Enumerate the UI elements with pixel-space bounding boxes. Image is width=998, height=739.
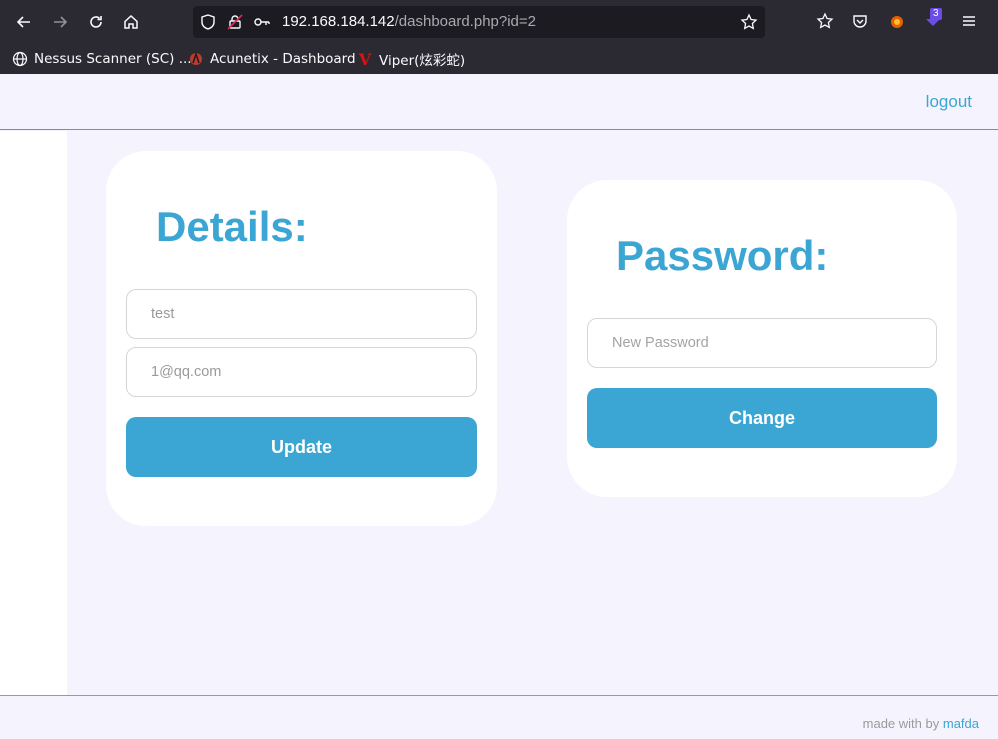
author-link[interactable]: mafda (943, 716, 979, 731)
bookmark-nessus[interactable]: Nessus Scanner (SC) ... (12, 50, 192, 68)
page-header: logout (0, 74, 998, 130)
url-bar[interactable]: 192.168.184.142/dashboard.php?id=2 (193, 6, 765, 38)
globe-icon (12, 51, 28, 67)
bookmarks-bar: Nessus Scanner (SC) ... Acunetix - Dashb… (0, 44, 998, 74)
acunetix-logo-icon (188, 51, 204, 67)
footer-credit: made with by mafda (863, 716, 979, 731)
footer: made with by mafda (0, 695, 998, 739)
browser-toolbar: 192.168.184.142/dashboard.php?id=2 3 (0, 0, 998, 44)
arrow-left-icon (16, 16, 30, 28)
new-password-field[interactable] (587, 318, 937, 368)
shield-icon[interactable] (199, 13, 217, 31)
app-menu-button[interactable] (959, 11, 979, 31)
logout-link[interactable]: logout (926, 92, 972, 112)
fox-extension-icon (891, 16, 903, 28)
forward-button[interactable] (48, 10, 72, 34)
home-button[interactable] (119, 10, 143, 34)
extension-badge: 3 (930, 8, 942, 20)
password-card: Password: Change (567, 180, 957, 497)
url-host: 192.168.184.142 (282, 13, 395, 30)
back-button[interactable] (12, 10, 36, 34)
details-title: Details: (156, 203, 308, 250)
bookmarks-menu-button[interactable] (815, 11, 835, 31)
bookmark-label: Viper(炫彩蛇) (379, 53, 466, 69)
insecure-lock-icon[interactable] (226, 13, 244, 31)
pocket-icon (853, 15, 867, 28)
username-field[interactable] (126, 289, 477, 339)
change-button[interactable]: Change (587, 388, 937, 448)
bookmark-label: Nessus Scanner (SC) ... (34, 51, 192, 67)
sidebar (0, 131, 67, 695)
url-text[interactable]: 192.168.184.142/dashboard.php?id=2 (282, 13, 536, 30)
details-card: Details: Update (106, 151, 497, 526)
extension-button[interactable] (887, 11, 907, 31)
star-list-icon (816, 12, 834, 29)
bookmark-star-icon[interactable] (740, 13, 758, 31)
bookmark-acunetix[interactable]: Acunetix - Dashboard (188, 50, 356, 68)
viper-logo-icon: V (358, 49, 372, 69)
email-field[interactable] (126, 347, 477, 397)
arrow-right-icon (54, 16, 68, 28)
pocket-button[interactable] (850, 11, 870, 31)
hamburger-icon (963, 16, 975, 26)
home-icon (124, 14, 138, 29)
bookmark-viper[interactable]: V Viper(炫彩蛇) (357, 49, 466, 70)
reload-button[interactable] (84, 10, 108, 34)
password-title: Password: (616, 232, 829, 279)
made-with-text: made with by (862, 716, 940, 731)
bookmark-label: Acunetix - Dashboard (210, 51, 356, 67)
key-icon[interactable] (253, 13, 271, 31)
reload-icon (90, 16, 102, 28)
update-button[interactable]: Update (126, 417, 477, 477)
url-path: /dashboard.php?id=2 (394, 13, 536, 30)
